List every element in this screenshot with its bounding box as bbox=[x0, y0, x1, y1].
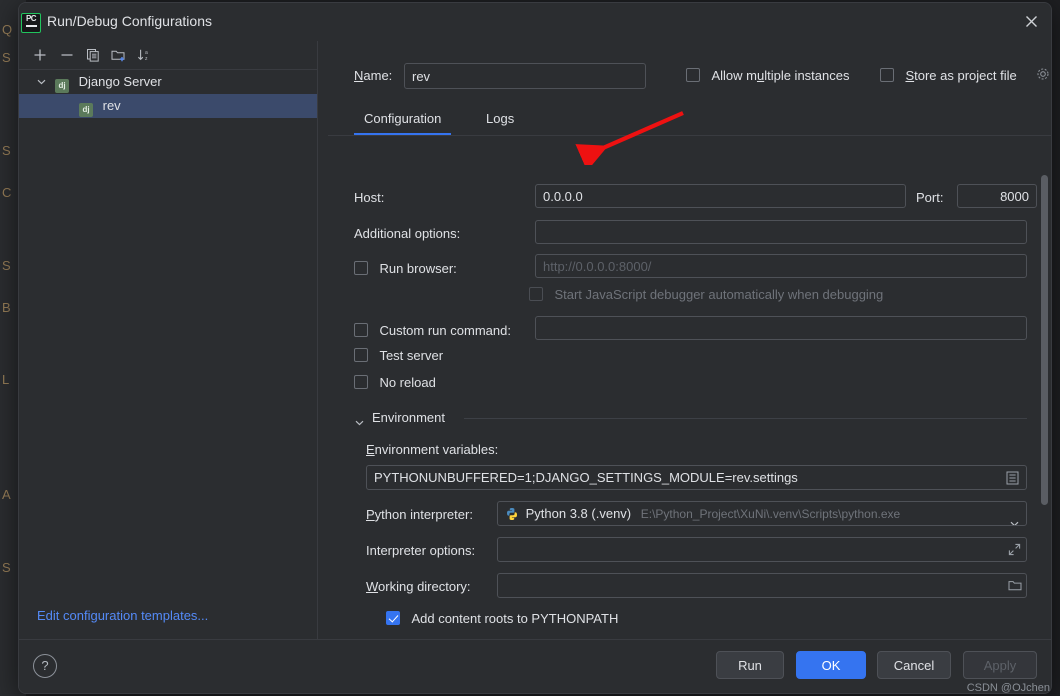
allow-multiple-instances-checkbox[interactable]: Allow multiple instances bbox=[686, 67, 849, 85]
checkbox-box[interactable] bbox=[354, 375, 368, 389]
svg-text:z: z bbox=[145, 56, 148, 62]
new-folder-icon[interactable] bbox=[108, 45, 130, 67]
host-input[interactable] bbox=[535, 184, 906, 208]
test-server-checkbox[interactable]: Test server bbox=[354, 347, 443, 365]
start-js-debugger-label: Start JavaScript debugger automatically … bbox=[554, 287, 884, 302]
store-as-project-file-label: Store as project file bbox=[905, 68, 1017, 83]
port-input[interactable] bbox=[957, 184, 1037, 208]
pycharm-icon: PC bbox=[21, 13, 41, 33]
custom-run-command-checkbox[interactable]: Custom run command: bbox=[354, 322, 511, 340]
checkbox-box[interactable] bbox=[354, 261, 368, 275]
cancel-button[interactable]: Cancel bbox=[877, 651, 951, 679]
no-reload-label: No reload bbox=[379, 375, 436, 390]
close-icon[interactable] bbox=[1019, 11, 1043, 33]
checkbox-box[interactable] bbox=[386, 611, 400, 625]
run-browser-checkbox[interactable]: Run browser: bbox=[354, 260, 457, 278]
add-content-roots-label: Add content roots to PYTHONPATH bbox=[411, 611, 619, 626]
custom-run-command-label: Custom run command: bbox=[379, 323, 511, 338]
content-scrollbar[interactable] bbox=[1041, 175, 1049, 505]
add-icon[interactable] bbox=[29, 45, 51, 67]
configuration-content: Host: Port: Additional options: Run brow… bbox=[328, 135, 1051, 639]
bg-letter: S bbox=[2, 560, 11, 575]
list-editor-icon[interactable] bbox=[1006, 471, 1019, 490]
configuration-editor-panel: Name: Allow multiple instances Store as … bbox=[318, 41, 1051, 639]
python-icon bbox=[505, 505, 519, 525]
checkbox-box[interactable] bbox=[354, 323, 368, 337]
bg-letter: S bbox=[2, 258, 11, 273]
bg-letter: C bbox=[2, 185, 12, 200]
tree-item-rev[interactable]: dj rev bbox=[19, 94, 317, 118]
chevron-down-icon[interactable] bbox=[1010, 511, 1019, 525]
name-label: Name: bbox=[354, 68, 393, 83]
working-directory-label: Working directory: bbox=[366, 579, 471, 594]
dialog-footer: ? Run OK Cancel Apply bbox=[19, 639, 1051, 693]
checkbox-box[interactable] bbox=[686, 68, 700, 82]
bg-letter: L bbox=[2, 372, 10, 387]
interpreter-options-input[interactable] bbox=[497, 537, 1027, 562]
port-label: Port: bbox=[916, 190, 944, 205]
apply-button: Apply bbox=[963, 651, 1037, 679]
python-interpreter-dropdown[interactable]: Python 3.8 (.venv) E:\Python_Project\XuN… bbox=[497, 501, 1027, 526]
chevron-down-icon[interactable] bbox=[37, 70, 49, 94]
python-interpreter-path: E:\Python_Project\XuNi\.venv\Scripts\pyt… bbox=[640, 507, 901, 521]
working-directory-input[interactable] bbox=[497, 573, 1027, 598]
copy-icon[interactable] bbox=[82, 45, 104, 67]
environment-variables-label: Environment variables: bbox=[366, 442, 499, 457]
start-js-debugger-checkbox: Start JavaScript debugger automatically … bbox=[529, 286, 883, 304]
tree-item-label: rev bbox=[102, 98, 121, 113]
checkbox-box[interactable] bbox=[880, 68, 894, 82]
no-reload-checkbox[interactable]: No reload bbox=[354, 374, 436, 392]
django-icon: dj bbox=[55, 79, 69, 93]
remove-icon[interactable] bbox=[56, 45, 78, 67]
django-icon: dj bbox=[79, 103, 93, 117]
run-browser-url-input[interactable] bbox=[535, 254, 1027, 278]
tab-logs[interactable]: Logs bbox=[476, 103, 524, 134]
tab-configuration[interactable]: Configuration bbox=[354, 103, 452, 135]
additional-options-label: Additional options: bbox=[354, 226, 461, 241]
allow-multiple-instances-label: Allow multiple instances bbox=[711, 68, 850, 83]
window-title: Run/Debug Configurations bbox=[47, 13, 212, 29]
bg-letter: B bbox=[2, 300, 11, 315]
checkbox-box[interactable] bbox=[354, 348, 368, 362]
folder-icon[interactable] bbox=[1008, 579, 1022, 597]
run-debug-configurations-dialog: PC Run/Debug Configurations a z dj Djang… bbox=[18, 2, 1052, 694]
python-interpreter-name: Python 3.8 (.venv) bbox=[525, 506, 632, 521]
bg-letter: Q bbox=[2, 22, 13, 37]
custom-run-command-input[interactable] bbox=[535, 316, 1027, 340]
add-content-roots-checkbox[interactable]: Add content roots to PYTHONPATH bbox=[386, 610, 618, 628]
bg-letter: A bbox=[2, 487, 11, 502]
additional-options-input[interactable] bbox=[535, 220, 1027, 244]
interpreter-options-label: Interpreter options: bbox=[366, 543, 476, 558]
bg-letter: S bbox=[2, 50, 11, 65]
configurations-panel: a z dj Django Server dj rev Edit configu… bbox=[19, 41, 318, 639]
host-label: Host: bbox=[354, 190, 385, 205]
tree-item-label: Django Server bbox=[78, 74, 162, 89]
run-button[interactable]: Run bbox=[716, 651, 784, 679]
python-interpreter-label: Python interpreter: bbox=[366, 507, 473, 522]
section-divider bbox=[464, 418, 1027, 419]
edit-configuration-templates-link[interactable]: Edit configuration templates... bbox=[37, 608, 208, 623]
configurations-tree: dj Django Server dj rev bbox=[19, 70, 317, 118]
test-server-label: Test server bbox=[379, 348, 444, 363]
store-as-project-file-checkbox[interactable]: Store as project file bbox=[880, 67, 1017, 85]
editor-tabs: Configuration Logs bbox=[328, 103, 1051, 136]
bg-letter: S bbox=[2, 143, 11, 158]
screenshot-root: Q S S C S B L A S PC Run/Debug Configura… bbox=[0, 0, 1060, 696]
run-browser-label: Run browser: bbox=[379, 261, 457, 276]
sort-alphabetically-icon[interactable]: a z bbox=[134, 45, 156, 67]
scrollbar-thumb[interactable] bbox=[1041, 175, 1048, 505]
ok-button[interactable]: OK bbox=[796, 651, 866, 679]
environment-section-label: Environment bbox=[372, 410, 445, 425]
gear-icon[interactable] bbox=[1036, 67, 1051, 87]
tree-item-django-server[interactable]: dj Django Server bbox=[19, 70, 317, 94]
configurations-toolbar: a z bbox=[19, 41, 317, 70]
environment-collapse-icon[interactable] bbox=[355, 413, 364, 431]
expand-icon[interactable] bbox=[1008, 543, 1021, 561]
name-input[interactable] bbox=[404, 63, 646, 89]
checkbox-box bbox=[529, 287, 543, 301]
title-bar: PC Run/Debug Configurations bbox=[19, 3, 1051, 41]
environment-variables-input[interactable] bbox=[366, 465, 1027, 490]
watermark: CSDN @OJchen bbox=[966, 682, 1050, 694]
help-icon[interactable]: ? bbox=[33, 654, 57, 678]
